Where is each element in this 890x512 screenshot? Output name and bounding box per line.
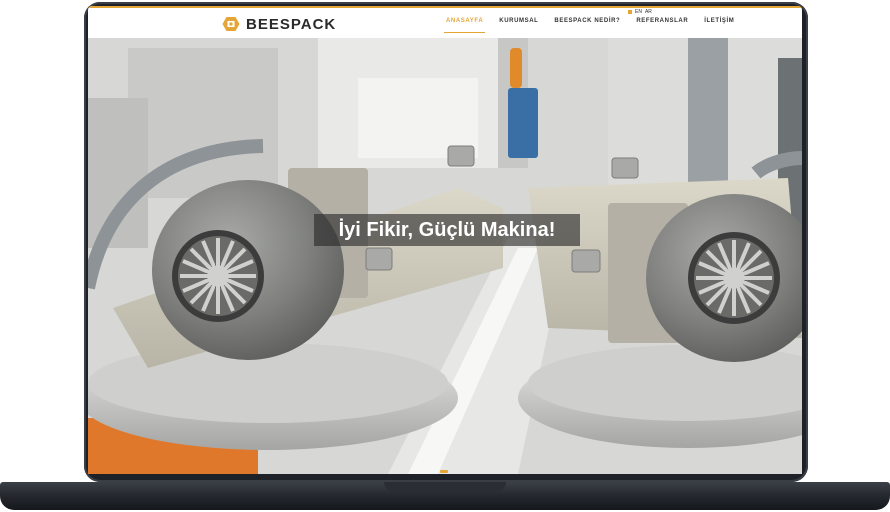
language-switcher: TR EN AR (628, 9, 652, 15)
tr-flag-icon[interactable] (628, 10, 632, 14)
laptop-notch (384, 482, 506, 492)
hero-machine-image (88, 38, 802, 474)
lang-en[interactable]: EN (635, 9, 642, 15)
site-header: BEESPACK ANASAYFA KURUMSAL BEESPACK NEDİ… (88, 6, 802, 38)
nav-item-anasayfa[interactable]: ANASAYFA (444, 8, 486, 33)
hero-title-box: İyi Fikir, Güçlü Makina! (314, 214, 580, 246)
nav-item-beespack-nedir[interactable]: BEESPACK NEDİR? (552, 8, 622, 32)
slider-indicator[interactable] (440, 470, 448, 473)
nav-item-iletisim[interactable]: İLETİŞİM (702, 8, 736, 32)
main-nav: ANASAYFA KURUMSAL BEESPACK NEDİR? REFERA… (444, 8, 736, 38)
laptop-screen: BEESPACK ANASAYFA KURUMSAL BEESPACK NEDİ… (88, 6, 802, 474)
hero-title: İyi Fikir, Güçlü Makina! (338, 218, 556, 241)
brand-logo[interactable]: BEESPACK (222, 15, 336, 33)
nav-item-kurumsal[interactable]: KURUMSAL (497, 8, 540, 32)
lang-ar[interactable]: AR (645, 9, 652, 15)
brand-name: BEESPACK (246, 15, 337, 33)
hero-slider: İyi Fikir, Güçlü Makina! (88, 38, 802, 474)
hexagon-logo-icon (222, 17, 240, 31)
